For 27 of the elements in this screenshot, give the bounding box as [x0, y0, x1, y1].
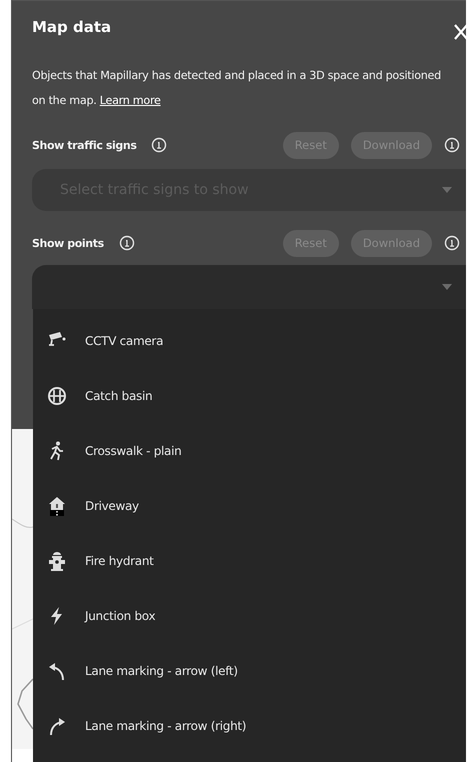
info-icon — [444, 235, 460, 251]
house-icon — [47, 496, 67, 516]
learn-more-link[interactable]: Learn more — [100, 94, 161, 107]
dropdown-option[interactable]: Junction box — [33, 588, 466, 643]
close-button[interactable] — [454, 24, 466, 40]
close-icon — [454, 24, 466, 40]
dropdown-option[interactable]: Driveway — [33, 478, 466, 533]
panel-title: Map data — [32, 18, 112, 36]
hydrant-icon — [47, 550, 67, 570]
turn-left-arrow-icon — [47, 660, 67, 680]
dropdown-caret-icon — [442, 284, 452, 290]
dropdown-caret-icon — [442, 187, 452, 193]
section-label: Show traffic signs — [32, 138, 136, 152]
info-icon — [151, 137, 168, 153]
grate-icon — [47, 386, 67, 406]
dropdown-option[interactable]: Crosswalk - plain — [33, 423, 466, 478]
info-icon — [444, 137, 460, 153]
dropdown-option[interactable]: Lane marking - arrow (right) — [33, 698, 466, 753]
turn-right-arrow-icon — [47, 716, 67, 736]
dropdown-option[interactable]: Fire hydrant — [33, 533, 466, 588]
description-text: Objects that Mapillary has detected and placed in a 3D space and positioned on the map. Learn more — [32, 68, 442, 109]
section-label: Show points — [32, 236, 104, 250]
info-icon — [118, 235, 135, 251]
dropdown-option[interactable]: Lane marking - arrow (left) — [33, 643, 466, 698]
select-field[interactable] — [32, 265, 466, 309]
dropdown-option[interactable]: CCTV camera — [33, 313, 466, 368]
dropdown-option[interactable]: Catch basin — [33, 368, 466, 423]
